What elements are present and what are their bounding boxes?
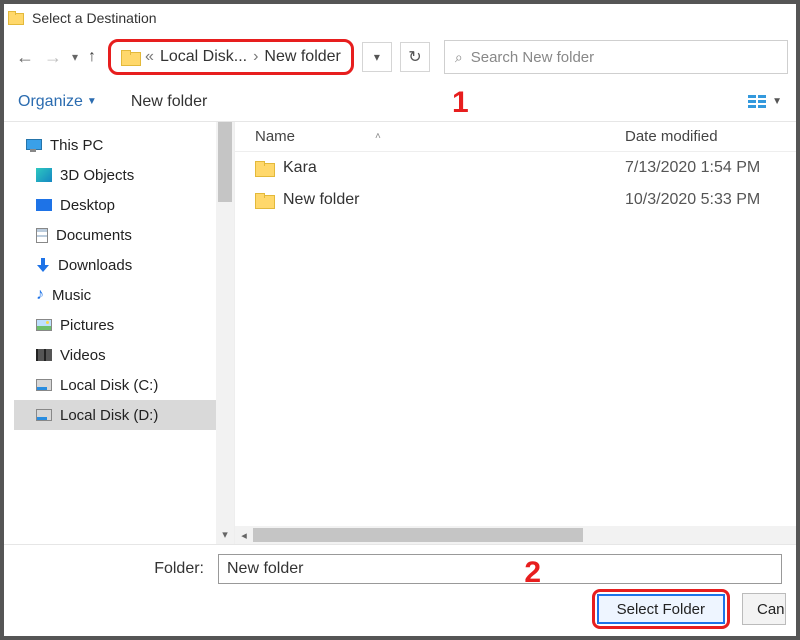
organize-label: Organize bbox=[18, 93, 83, 111]
scrollbar-thumb[interactable] bbox=[253, 528, 583, 542]
view-options-button[interactable]: ▼ bbox=[748, 95, 782, 109]
sort-asc-icon: ˄ bbox=[375, 131, 381, 142]
new-folder-button[interactable]: New folder bbox=[131, 93, 207, 111]
file-name: Kara bbox=[283, 159, 317, 177]
video-icon bbox=[36, 349, 52, 361]
folder-icon bbox=[255, 161, 273, 175]
list-item[interactable]: Kara 7/13/2020 1:54 PM bbox=[235, 152, 796, 184]
pc-icon bbox=[24, 138, 42, 152]
column-date-modified[interactable]: Date modified bbox=[625, 128, 796, 145]
refresh-button[interactable]: ↻ bbox=[400, 42, 430, 72]
tree-item-videos[interactable]: Videos bbox=[14, 340, 216, 370]
tree-item-music[interactable]: ♪ Music bbox=[14, 280, 216, 310]
tree-label: Desktop bbox=[60, 197, 115, 214]
tree-label: Local Disk (D:) bbox=[60, 407, 158, 424]
folder-label: Folder: bbox=[18, 560, 208, 578]
navigation-pane: This PC 3D Objects Desktop Documents Dow… bbox=[4, 122, 234, 544]
search-icon: ⌕ bbox=[455, 49, 463, 66]
horizontal-scrollbar[interactable]: ◂ bbox=[235, 526, 796, 544]
tree-label: Music bbox=[52, 287, 91, 304]
annotation-2: 2 bbox=[524, 556, 541, 590]
annotation-highlight-2: Select Folder bbox=[592, 589, 730, 629]
tree-label: 3D Objects bbox=[60, 167, 134, 184]
recent-locations-button[interactable]: ▾ bbox=[72, 50, 78, 64]
view-icon bbox=[748, 95, 766, 109]
picture-icon bbox=[36, 319, 52, 331]
tree-item-downloads[interactable]: Downloads bbox=[14, 250, 216, 280]
back-button[interactable]: ← bbox=[16, 47, 34, 68]
dialog-window: Select a Destination ← → ▾ ↑ « Local Dis… bbox=[0, 0, 800, 640]
file-date: 10/3/2020 5:33 PM bbox=[625, 191, 796, 209]
folder-icon bbox=[255, 193, 273, 207]
tree-label: Downloads bbox=[58, 257, 132, 274]
title-bar: Select a Destination bbox=[4, 4, 796, 32]
tree-label: Pictures bbox=[60, 317, 114, 334]
button-row: Select Folder Can bbox=[4, 587, 796, 637]
window-title: Select a Destination bbox=[32, 10, 157, 26]
dialog-body: This PC 3D Objects Desktop Documents Dow… bbox=[4, 122, 796, 544]
column-name-label: Name bbox=[255, 128, 295, 145]
nav-arrows: ← → ▾ ↑ bbox=[12, 47, 100, 68]
cube-icon bbox=[36, 168, 52, 182]
breadcrumb-segment[interactable]: New folder bbox=[264, 48, 340, 66]
toolbar: Organize ▼ New folder ▼ bbox=[4, 82, 796, 122]
document-icon bbox=[36, 228, 48, 243]
folder-name-row: Folder: bbox=[4, 545, 796, 587]
file-name: New folder bbox=[283, 191, 359, 209]
file-list-pane: Name ˄ Date modified Kara 7/13/2020 1:54… bbox=[234, 122, 796, 544]
scroll-left-icon[interactable]: ◂ bbox=[235, 526, 253, 544]
dialog-footer: Folder: Select Folder Can 2 bbox=[4, 544, 796, 636]
music-icon: ♪ bbox=[36, 288, 44, 302]
column-name[interactable]: Name ˄ bbox=[255, 128, 625, 145]
folder-tree[interactable]: This PC 3D Objects Desktop Documents Dow… bbox=[4, 122, 216, 544]
tree-scrollbar[interactable]: ▾ bbox=[216, 122, 234, 544]
cancel-button[interactable]: Can bbox=[742, 593, 786, 625]
disk-icon bbox=[36, 379, 52, 391]
scrollbar-thumb[interactable] bbox=[218, 122, 232, 202]
breadcrumb-segment[interactable]: Local Disk... bbox=[160, 48, 247, 66]
tree-item-local-disk-c[interactable]: Local Disk (C:) bbox=[14, 370, 216, 400]
nav-row: ← → ▾ ↑ « Local Disk... › New folder ▾ ↻… bbox=[4, 32, 796, 82]
file-date: 7/13/2020 1:54 PM bbox=[625, 159, 796, 177]
window-icon bbox=[8, 11, 26, 25]
select-folder-button[interactable]: Select Folder bbox=[597, 594, 725, 624]
search-placeholder: Search New folder bbox=[471, 49, 594, 66]
scroll-down-icon[interactable]: ▾ bbox=[216, 528, 234, 544]
file-rows: Kara 7/13/2020 1:54 PM New folder 10/3/2… bbox=[235, 152, 796, 526]
address-folder-icon bbox=[121, 50, 139, 64]
disk-icon bbox=[36, 409, 52, 421]
address-history-button[interactable]: ▾ bbox=[362, 42, 392, 72]
tree-label: This PC bbox=[50, 137, 103, 154]
search-input[interactable]: ⌕ Search New folder bbox=[444, 40, 788, 74]
tree-item-this-pc[interactable]: This PC bbox=[14, 130, 216, 160]
download-icon bbox=[36, 258, 50, 272]
tree-item-desktop[interactable]: Desktop bbox=[14, 190, 216, 220]
forward-button[interactable]: → bbox=[44, 47, 62, 68]
desktop-icon bbox=[36, 199, 52, 211]
tree-item-documents[interactable]: Documents bbox=[14, 220, 216, 250]
tree-item-pictures[interactable]: Pictures bbox=[14, 310, 216, 340]
up-button[interactable]: ↑ bbox=[88, 48, 96, 66]
organize-menu[interactable]: Organize ▼ bbox=[18, 93, 97, 111]
address-overflow-icon: « bbox=[145, 48, 154, 66]
tree-item-3d-objects[interactable]: 3D Objects bbox=[14, 160, 216, 190]
caret-down-icon: ▼ bbox=[772, 96, 782, 107]
chevron-right-icon: › bbox=[253, 48, 258, 66]
folder-name-input[interactable] bbox=[218, 554, 782, 584]
tree-label: Documents bbox=[56, 227, 132, 244]
annotation-1: 1 bbox=[452, 86, 469, 120]
tree-item-local-disk-d[interactable]: Local Disk (D:) bbox=[14, 400, 216, 430]
list-item[interactable]: New folder 10/3/2020 5:33 PM bbox=[235, 184, 796, 216]
caret-down-icon: ▼ bbox=[87, 96, 97, 107]
tree-label: Local Disk (C:) bbox=[60, 377, 158, 394]
tree-label: Videos bbox=[60, 347, 106, 364]
column-headers: Name ˄ Date modified bbox=[235, 122, 796, 152]
address-bar[interactable]: « Local Disk... › New folder bbox=[108, 39, 354, 75]
